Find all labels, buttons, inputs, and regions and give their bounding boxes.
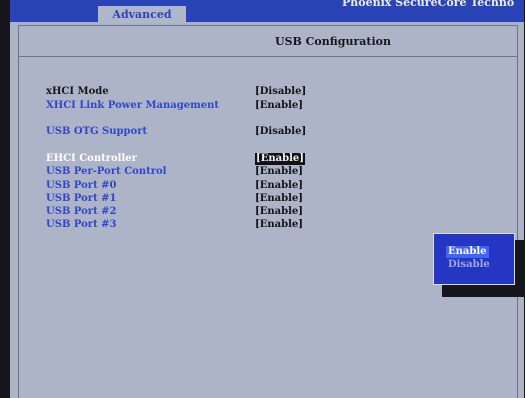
setting-value-ehci-controller[interactable]: [Enable] [255,153,305,165]
option-popup: Enable Disable [433,233,515,285]
setting-label-usb-port-2[interactable]: USB Port #2 [46,206,117,218]
setting-label-ehci-controller[interactable]: EHCI Controller [46,153,137,165]
popup-option-disable[interactable]: Disable [446,259,492,271]
setting-value-usb-port-2[interactable]: [Enable] [255,206,303,218]
setting-value-xhci-mode[interactable]: [Disable] [255,86,306,98]
setting-value-usb-port-0[interactable]: [Enable] [255,180,303,192]
menu-bar: Advanced Phoenix SecureCore Techno [10,0,524,23]
setting-label-xhci-link-power[interactable]: XHCI Link Power Management [46,100,219,112]
page-header: USB Configuration [19,26,517,57]
settings-frame: USB Configuration xHCI Mode [Disable] XH… [18,25,518,398]
setting-value-usb-port-1[interactable]: [Enable] [255,193,303,205]
setting-label-usb-per-port-control[interactable]: USB Per-Port Control [46,166,166,178]
page-title: USB Configuration [275,35,391,48]
vendor-text: Phoenix SecureCore Techno [342,0,515,9]
setting-label-usb-port-1[interactable]: USB Port #1 [46,193,117,205]
setting-label-xhci-mode[interactable]: xHCI Mode [46,86,109,98]
setting-label-usb-otg-support[interactable]: USB OTG Support [46,126,147,138]
setting-label-usb-port-3[interactable]: USB Port #3 [46,219,117,231]
setting-value-xhci-link-power[interactable]: [Enable] [255,100,303,112]
setting-value-usb-per-port-control[interactable]: [Enable] [255,166,303,178]
popup-option-enable[interactable]: Enable [446,246,489,258]
setting-value-usb-port-3[interactable]: [Enable] [255,219,303,231]
setting-label-usb-port-0[interactable]: USB Port #0 [46,180,117,192]
setting-value-usb-otg-support[interactable]: [Disable] [255,126,306,138]
bios-screen: Advanced Phoenix SecureCore Techno USB C… [10,0,524,398]
tab-advanced[interactable]: Advanced [98,6,186,23]
